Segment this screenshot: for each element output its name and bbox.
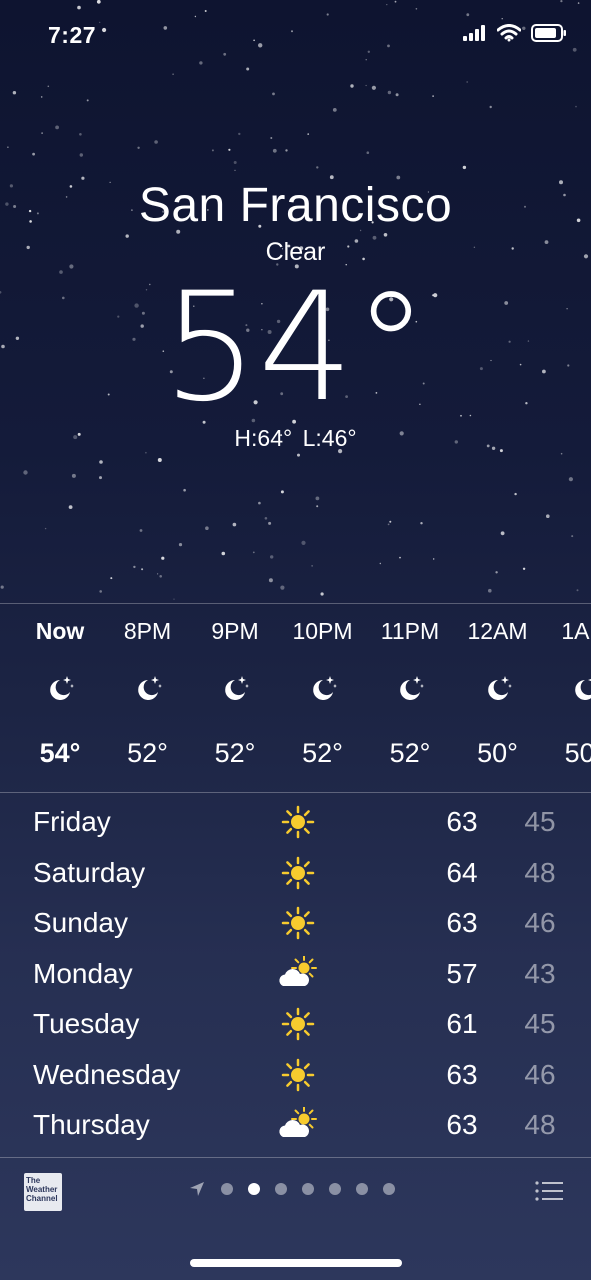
- moon-stars-icon: [309, 674, 339, 704]
- battery-icon: [531, 24, 566, 42]
- day-low-temperature: 45: [524, 1008, 556, 1039]
- hourly-time: 10PM: [292, 618, 353, 644]
- hourly-time: 1AM: [561, 618, 591, 644]
- day-high-temperature: 61: [446, 1008, 478, 1039]
- day-name: Thursday: [33, 1109, 150, 1140]
- city-name: San Francisco: [138, 179, 453, 232]
- daily-row: Monday 57 43: [0, 952, 591, 1002]
- hourly-bottom-divider: [0, 792, 591, 793]
- status-time: 7:27: [48, 22, 97, 48]
- day-name: Sunday: [33, 907, 128, 938]
- hourly-time: Now: [35, 618, 85, 644]
- daily-row: Friday 63 45: [0, 800, 591, 850]
- day-low-temperature: 46: [524, 1058, 556, 1090]
- day-high-temperature: 63: [446, 1058, 478, 1090]
- day-high-temperature: 63: [446, 806, 478, 837]
- daily-row: Tuesday 61 45: [0, 1002, 591, 1052]
- day-high-temperature: 63: [446, 1109, 478, 1140]
- hourly-temperature: 52°: [389, 738, 431, 768]
- wifi-icon: [497, 24, 521, 42]
- partly-cloudy-icon: [277, 1106, 319, 1143]
- weather-screen: 7:27 San Francisco Clear 54° H:64° L:46°…: [0, 0, 591, 1280]
- sun-icon: [277, 804, 319, 840]
- moon-stars-icon: [221, 674, 251, 704]
- page-dot[interactable]: [329, 1183, 341, 1195]
- moon-stars-icon: [396, 674, 426, 704]
- location-arrow-icon[interactable]: [188, 1180, 206, 1198]
- page-indicator[interactable]: [188, 1180, 395, 1198]
- hourly-time: 8PM: [123, 618, 172, 644]
- city-list-icon[interactable]: [535, 1180, 563, 1202]
- footer-divider: [0, 1157, 591, 1158]
- sun-icon: [277, 905, 319, 941]
- status-icons: [463, 24, 567, 42]
- page-dot[interactable]: [383, 1183, 395, 1195]
- hourly-time: 9PM: [211, 618, 259, 644]
- page-dot[interactable]: [248, 1183, 260, 1195]
- page-dot[interactable]: [221, 1183, 233, 1195]
- page-dot[interactable]: [356, 1183, 368, 1195]
- day-low-temperature: 48: [524, 856, 556, 888]
- day-high-temperature: 64: [446, 856, 478, 888]
- day-name: Monday: [33, 957, 133, 989]
- hourly-time: 12AM: [467, 618, 528, 644]
- hourly-temperature: 50°: [564, 738, 591, 768]
- moon-stars-icon: [571, 674, 591, 704]
- sun-icon: [277, 1057, 319, 1093]
- day-high-temperature: 63: [446, 907, 478, 938]
- hourly-temperature: 52°: [127, 738, 168, 768]
- hourly-forecast[interactable]: Now 54° 8PM 52° 9PM 52° 10PM 52° 11PM 52° 12AM 50° 1…: [0, 604, 591, 792]
- day-low-temperature: 48: [524, 1109, 556, 1140]
- hourly-temperature: 50°: [477, 738, 518, 768]
- cellular-signal-icon: [463, 25, 485, 41]
- daily-row: Thursday 63 48: [0, 1103, 591, 1153]
- hourly-temperature: 52°: [302, 738, 343, 768]
- hourly-temperature: 54°: [39, 738, 81, 768]
- partly-cloudy-icon: [277, 954, 319, 992]
- daily-row: Wednesday 63 46: [0, 1053, 591, 1103]
- day-low-temperature: 43: [524, 957, 556, 989]
- day-low-temperature: 45: [524, 806, 556, 837]
- current-temperature: 54°: [162, 261, 429, 435]
- hourly-temperature: 52°: [214, 738, 256, 768]
- day-name: Saturday: [33, 856, 146, 888]
- daily-row: Saturday 64 48: [0, 851, 591, 901]
- page-dot[interactable]: [275, 1183, 287, 1195]
- day-high-temperature: 57: [446, 957, 478, 989]
- day-low-temperature: 46: [524, 907, 556, 938]
- weather-channel-logo[interactable]: The Weather Channel: [24, 1173, 62, 1211]
- moon-stars-icon: [134, 674, 164, 704]
- daily-row: Sunday 63 46: [0, 901, 591, 951]
- sun-icon: [277, 1006, 319, 1042]
- home-indicator[interactable]: [190, 1259, 402, 1267]
- page-dot[interactable]: [302, 1183, 314, 1195]
- day-name: Tuesday: [33, 1008, 140, 1039]
- high-low-temperature: H:64° L:46°: [234, 425, 357, 451]
- day-name: Friday: [33, 806, 111, 837]
- hourly-time: 11PM: [380, 618, 440, 644]
- moon-stars-icon: [46, 674, 76, 704]
- sun-icon: [277, 855, 319, 891]
- day-name: Wednesday: [33, 1058, 181, 1090]
- moon-stars-icon: [484, 674, 514, 704]
